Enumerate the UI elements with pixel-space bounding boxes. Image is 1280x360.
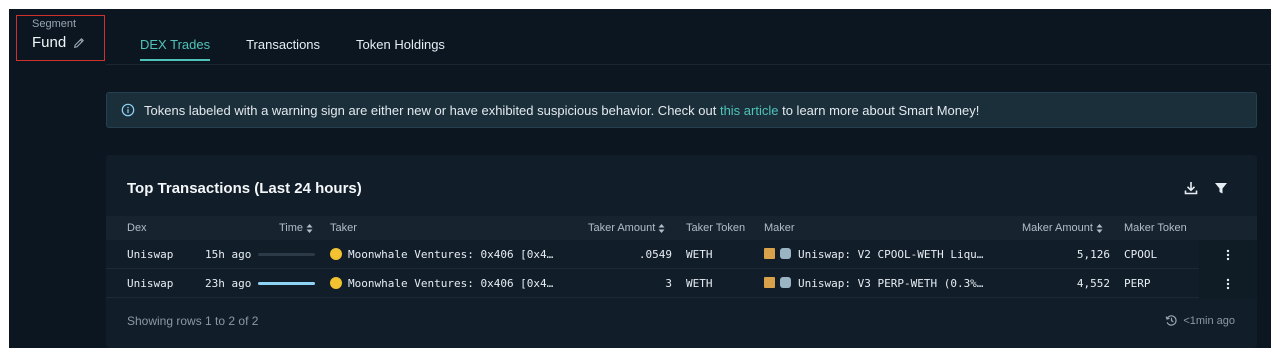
more-vertical-icon bbox=[1226, 278, 1230, 289]
time-bar-fill bbox=[258, 282, 315, 285]
top-transactions-card: Top Transactions (Last 24 hours) Dex Tim… bbox=[106, 155, 1257, 348]
cell-maker-amount: 5,126 bbox=[1076, 248, 1110, 261]
last-updated[interactable]: <1min ago bbox=[1165, 314, 1235, 327]
pencil-icon[interactable] bbox=[72, 36, 86, 50]
tab-bar: DEX Trades Transactions Token Holdings bbox=[140, 37, 445, 61]
col-taker-amount[interactable]: Taker Amount bbox=[588, 222, 665, 234]
face-emoji-icon bbox=[330, 277, 342, 289]
cell-taker[interactable]: Moonwhale Ventures: 0x406 [0x4… bbox=[330, 277, 560, 290]
cell-taker-amount: 3 bbox=[665, 277, 672, 290]
cell-dex: Uniswap bbox=[127, 277, 174, 290]
col-maker-label: Maker bbox=[764, 222, 795, 234]
actions-column-header bbox=[1199, 216, 1257, 240]
maker-label: Uniswap: V3 PERP-WETH (0.3%… bbox=[798, 277, 984, 290]
cell-maker[interactable]: Uniswap: V3 PERP-WETH (0.3%… bbox=[764, 277, 996, 290]
cell-taker-amount: .0549 bbox=[638, 248, 672, 261]
robot-icon bbox=[780, 277, 791, 288]
tab-token-holdings[interactable]: Token Holdings bbox=[356, 37, 445, 61]
info-banner: Tokens labeled with a warning sign are e… bbox=[106, 92, 1257, 128]
col-maker-token[interactable]: Maker Token bbox=[1124, 222, 1187, 234]
col-taker-token[interactable]: Taker Token bbox=[686, 222, 745, 234]
col-taker[interactable]: Taker bbox=[330, 222, 357, 234]
col-taker-token-label: Taker Token bbox=[686, 222, 746, 234]
cell-time: 15h ago bbox=[205, 248, 252, 261]
col-time-label: Time bbox=[279, 222, 304, 234]
cell-maker-token[interactable]: PERP bbox=[1124, 277, 1151, 290]
col-time[interactable]: Time bbox=[279, 222, 313, 234]
segment-label: Segment bbox=[32, 18, 77, 30]
table-row[interactable]: Uniswap 23h ago Moonwhale Ventures: 0x40… bbox=[106, 269, 1257, 298]
time-bar bbox=[258, 282, 315, 285]
table-header: Dex Time Taker Taker Amount Taker Token … bbox=[106, 216, 1257, 240]
tab-transactions[interactable]: Transactions bbox=[246, 37, 320, 61]
row-menu-button[interactable] bbox=[1199, 240, 1257, 269]
app-window: Segment Fund DEX Trades Transactions Tok… bbox=[9, 9, 1271, 348]
refresh-clock-icon bbox=[1165, 315, 1177, 326]
sort-icon bbox=[1096, 223, 1103, 233]
robot-icon bbox=[780, 248, 791, 259]
cell-dex: Uniswap bbox=[127, 248, 174, 261]
row-menu-button[interactable] bbox=[1199, 269, 1257, 298]
more-vertical-icon bbox=[1226, 249, 1230, 260]
banner-text-after: to learn more about Smart Money! bbox=[778, 102, 980, 118]
filter-icon[interactable] bbox=[1213, 180, 1229, 196]
banner-text-before: Tokens labeled with a warning sign are e… bbox=[144, 102, 720, 118]
sort-icon bbox=[306, 223, 313, 233]
table-row[interactable]: Uniswap 15h ago Moonwhale Ventures: 0x40… bbox=[106, 240, 1257, 269]
cell-taker-token[interactable]: WETH bbox=[686, 248, 713, 261]
card-title: Top Transactions (Last 24 hours) bbox=[127, 180, 362, 197]
cell-taker[interactable]: Moonwhale Ventures: 0x406 [0x4… bbox=[330, 248, 560, 261]
banner-text: Tokens labeled with a warning sign are e… bbox=[144, 103, 979, 118]
col-maker-amount[interactable]: Maker Amount bbox=[1022, 222, 1103, 234]
cell-maker[interactable]: Uniswap: V2 CPOOL-WETH Liqu… bbox=[764, 248, 996, 261]
article-link[interactable]: this article bbox=[720, 103, 779, 118]
col-dex[interactable]: Dex bbox=[127, 222, 147, 234]
last-updated-text: <1min ago bbox=[1183, 314, 1235, 327]
info-icon bbox=[121, 103, 135, 117]
cell-taker-token[interactable]: WETH bbox=[686, 277, 713, 290]
segment-value-row: Fund bbox=[32, 34, 86, 51]
taker-label: Moonwhale Ventures: 0x406 [0x4… bbox=[348, 248, 554, 261]
segment-selector[interactable]: Segment Fund bbox=[16, 15, 105, 61]
cell-time: 23h ago bbox=[205, 277, 252, 290]
col-maker-token-label: Maker Token bbox=[1124, 222, 1187, 234]
tabs-divider bbox=[106, 64, 1271, 65]
face-emoji-icon bbox=[330, 248, 342, 260]
tab-dex-trades[interactable]: DEX Trades bbox=[140, 37, 211, 61]
col-taker-label: Taker bbox=[330, 222, 357, 234]
maker-label: Uniswap: V2 CPOOL-WETH Liqu… bbox=[798, 248, 984, 261]
col-dex-label: Dex bbox=[127, 222, 147, 234]
taker-label: Moonwhale Ventures: 0x406 [0x4… bbox=[348, 277, 554, 290]
segment-value: Fund bbox=[32, 34, 67, 51]
cell-maker-amount: 4,552 bbox=[1076, 277, 1110, 290]
download-icon[interactable] bbox=[1183, 180, 1199, 196]
cell-maker-token[interactable]: CPOOL bbox=[1124, 248, 1157, 261]
sort-icon bbox=[658, 223, 665, 233]
building-icon bbox=[764, 248, 775, 259]
col-taker-amount-label: Taker Amount bbox=[588, 222, 656, 234]
time-bar bbox=[258, 253, 315, 256]
building-icon bbox=[764, 277, 775, 288]
col-maker[interactable]: Maker bbox=[764, 222, 795, 234]
pagination-summary: Showing rows 1 to 2 of 2 bbox=[127, 314, 259, 328]
col-maker-amount-label: Maker Amount bbox=[1022, 222, 1093, 234]
